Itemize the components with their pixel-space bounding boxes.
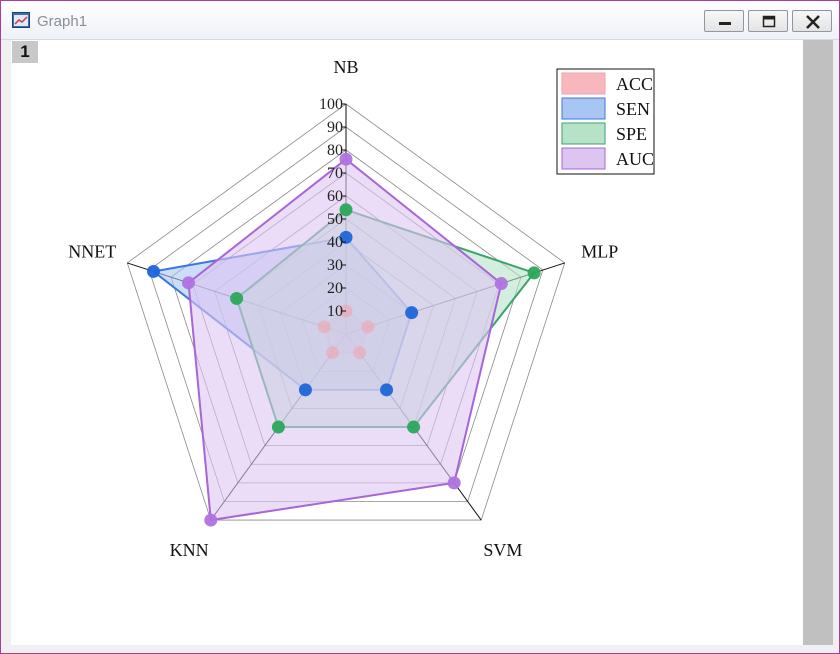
data-point-auc — [494, 277, 508, 291]
data-point-acc — [325, 346, 339, 360]
data-point-spe — [230, 291, 244, 305]
tick-label: 90 — [327, 119, 343, 136]
tick-label: 100 — [319, 96, 343, 113]
tick-label: 10 — [327, 303, 343, 320]
data-point-sen — [380, 383, 394, 397]
tick-label: 70 — [327, 165, 343, 182]
axis-label-mlp: MLP — [581, 242, 618, 262]
data-point-spe — [407, 420, 421, 434]
tick-label: 60 — [327, 188, 343, 205]
legend-swatch-sen — [561, 97, 606, 120]
axis-label-svm: SVM — [483, 540, 522, 560]
data-point-spe — [527, 266, 541, 280]
legend-label-sen: SEN — [616, 99, 650, 119]
legend-label-spe: SPE — [616, 124, 647, 144]
radar-chart: 10 20 30 40 50 60 70 80 90 100 NB MLP SVM KNN NNET AC… — [68, 57, 655, 560]
legend-label-auc: AUC — [616, 149, 654, 169]
data-point-sen — [298, 383, 312, 397]
data-point-spe — [271, 420, 285, 434]
axis-label-nb: NB — [333, 57, 358, 77]
axis-label-nnet: NNET — [68, 242, 116, 262]
tick-label: 80 — [327, 142, 343, 159]
tick-label: 20 — [327, 280, 343, 297]
data-point-acc — [317, 320, 331, 334]
legend-label-acc: ACC — [616, 74, 653, 94]
legend: ACC SEN SPE AUC — [556, 68, 655, 175]
data-point-acc — [361, 320, 375, 334]
data-point-acc — [353, 346, 367, 360]
data-point-sen — [147, 264, 161, 278]
tick-label: 30 — [327, 257, 343, 274]
data-point-auc — [204, 513, 218, 527]
legend-swatch-acc — [561, 72, 606, 95]
data-point-sen — [405, 306, 419, 320]
legend-swatch-spe — [561, 122, 606, 145]
axis-label-knn: KNN — [170, 540, 209, 560]
data-point-auc — [182, 276, 196, 290]
tick-label: 40 — [327, 234, 343, 251]
data-point-auc — [447, 476, 461, 490]
legend-swatch-auc — [561, 147, 606, 170]
tick-label: 50 — [327, 211, 343, 228]
